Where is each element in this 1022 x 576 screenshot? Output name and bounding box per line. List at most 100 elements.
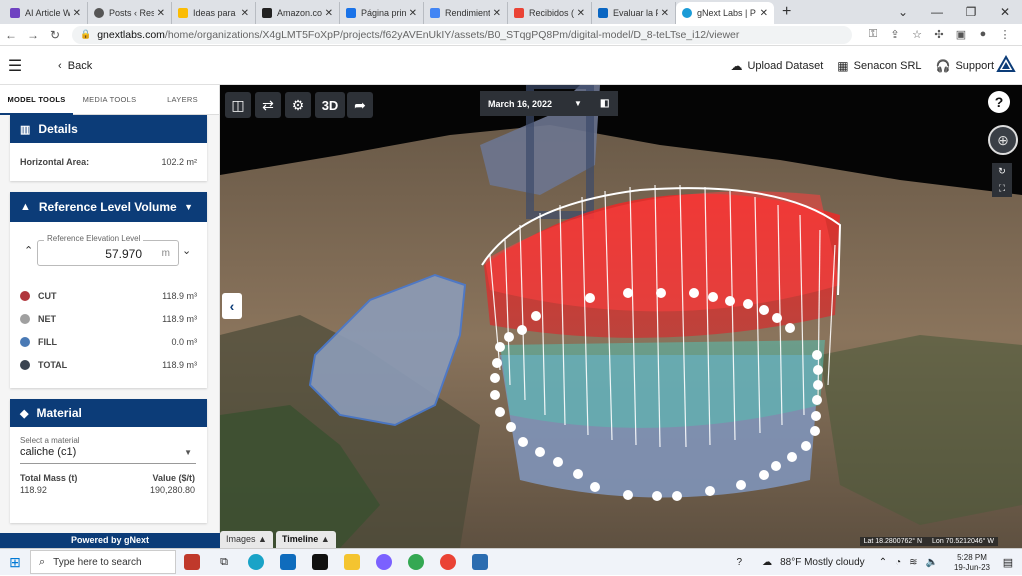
close-tab-icon[interactable]: ✕ <box>493 8 501 19</box>
support-button[interactable]: 🎧 Support <box>936 59 994 73</box>
settings-button[interactable]: ⚙ <box>285 92 311 118</box>
share-button[interactable]: ➦ <box>347 92 373 118</box>
app-icon[interactable] <box>368 550 400 574</box>
upload-dataset-button[interactable]: ☁ Upload Dataset <box>730 59 823 73</box>
back-button[interactable]: ‹ Back <box>58 60 92 72</box>
compass-control[interactable]: ⊕ <box>988 125 1018 155</box>
browser-tab[interactable]: Amazon.com :✕ <box>256 2 340 24</box>
key-icon[interactable]: ⚿ <box>862 28 884 41</box>
chevron-left-icon: ‹ <box>229 298 235 314</box>
swap-button[interactable]: ⇄ <box>255 92 281 118</box>
browser-tab-active[interactable]: gNext Labs | P ✕ <box>676 2 774 24</box>
view-controls: ↻ ⛶ <box>992 163 1012 197</box>
url-input[interactable]: 🔒 gnextlabs.com/home/organizations/X4gLM… <box>72 25 852 44</box>
forward-arrow-icon[interactable]: → <box>22 28 44 42</box>
profile-avatar[interactable]: ● <box>972 28 994 41</box>
elevation-input[interactable]: Reference Elevation Level 57.970 m <box>37 234 179 266</box>
compare-icon[interactable]: ◧ <box>600 98 609 109</box>
app-icon[interactable] <box>464 550 496 574</box>
close-window-icon[interactable]: ✕ <box>988 5 1022 19</box>
browser-tab[interactable]: Ideas para pal✕ <box>172 2 256 24</box>
fit-view-icon[interactable]: ⛶ <box>992 180 1012 197</box>
mode-3d-button[interactable]: 3D <box>315 92 345 118</box>
chevron-down-icon: ▼ <box>184 448 192 457</box>
browser-tab[interactable]: Posts ‹ ResinM✕ <box>88 2 172 24</box>
weather-widget[interactable]: ☁ 88°F Mostly cloudy <box>762 557 865 568</box>
split-view-button[interactable]: ◫ <box>225 92 251 118</box>
restore-icon[interactable]: ❐ <box>954 5 988 19</box>
sidepanel-icon[interactable]: ▣ <box>950 28 972 41</box>
company-button[interactable]: ▦ Senacon SRL <box>837 59 921 73</box>
browser-tab[interactable]: Página princip✕ <box>340 2 424 24</box>
extensions-icon[interactable]: ✣ <box>928 28 950 41</box>
details-header[interactable]: ▥ Details <box>10 115 207 143</box>
hamburger-menu-icon[interactable]: ☰ <box>0 56 30 76</box>
browser-tab[interactable]: Evaluar la Pén✕ <box>592 2 676 24</box>
volume-icon[interactable]: 🔈 <box>926 557 938 568</box>
reload-icon[interactable]: ↻ <box>44 28 66 42</box>
images-tab[interactable]: Images ▲ <box>220 531 273 548</box>
taskbar-search[interactable]: ⌕ Type here to search <box>30 550 176 574</box>
netflix-icon[interactable] <box>304 550 336 574</box>
favicon-icon <box>94 8 104 18</box>
close-tab-icon[interactable]: ✕ <box>325 8 333 19</box>
help-button[interactable]: ? <box>988 91 1010 113</box>
clock[interactable]: 5:28 PM 19-Jun-23 <box>954 553 990 573</box>
close-tab-icon[interactable]: ✕ <box>73 8 81 19</box>
wifi-icon[interactable]: ≋ <box>909 557 917 568</box>
mail-icon[interactable] <box>272 550 304 574</box>
reference-volume-header[interactable]: ▲ Reference Level Volume ▼ <box>10 192 207 222</box>
collapse-sidebar-button[interactable]: ‹ <box>222 293 242 319</box>
close-tab-icon[interactable]: ✕ <box>409 8 417 19</box>
lower-level-icon[interactable]: ⌄ <box>182 244 191 257</box>
tab-search-icon[interactable]: ⌄ <box>886 5 920 19</box>
minimize-icon[interactable]: — <box>920 5 954 19</box>
material-select[interactable]: caliche (c1) ▼ <box>20 446 196 464</box>
network-icon[interactable]: ◔ <box>895 557 901 568</box>
notification-icon[interactable]: ▤ <box>998 556 1018 569</box>
system-tray: ? ☁ 88°F Mostly cloudy ⌃ ◔ ≋ 🔈 5:28 PM 19… <box>737 549 1022 576</box>
chrome-icon[interactable] <box>432 550 464 574</box>
tab-media-tools[interactable]: MEDIA TOOLS <box>73 85 146 115</box>
browser-tab[interactable]: AI Article Writ✕ <box>4 2 88 24</box>
coordinate-readout: Lat 18.2800762° N Lon 70.5212046° W <box>859 537 998 546</box>
search-icon: ⌕ <box>39 555 46 568</box>
app-header: ☰ ‹ Back ☁ Upload Dataset ▦ Senacon SRL 🎧 S… <box>0 47 1022 85</box>
help-tray-icon[interactable]: ? <box>737 557 743 568</box>
caret-up-icon: ▲ <box>258 534 267 544</box>
raise-level-icon[interactable]: ⌃ <box>24 244 33 257</box>
browser-tab[interactable]: Recibidos (10.✕ <box>508 2 592 24</box>
windows-start-icon[interactable]: ⊞ <box>0 554 30 571</box>
edge-icon[interactable] <box>240 550 272 574</box>
tab-layers[interactable]: LAYERS <box>146 85 219 115</box>
caret-down-icon: ▼ <box>574 99 582 108</box>
swap-arrows-icon: ⇄ <box>262 96 274 113</box>
material-header[interactable]: ◆ Material <box>10 399 207 427</box>
taskbar-app-icon[interactable] <box>176 550 208 574</box>
tab-model-tools[interactable]: MODEL TOOLS <box>0 85 73 115</box>
menu-dots-icon[interactable]: ⋮ <box>994 28 1016 41</box>
new-tab-button[interactable]: + <box>774 3 799 24</box>
gear-icon: ⚙ <box>291 96 305 113</box>
chrome-icon[interactable] <box>400 550 432 574</box>
timeline-tab[interactable]: Timeline ▲ <box>275 531 336 548</box>
file-explorer-icon[interactable] <box>336 550 368 574</box>
task-view-icon[interactable]: ⧉ <box>208 550 240 574</box>
close-tab-icon[interactable]: ✕ <box>661 8 669 19</box>
up-arrow-icon[interactable]: ⌃ <box>879 557 887 568</box>
horizontal-area-row: Horizontal Area: 102.2 m² <box>20 157 197 167</box>
date-selector[interactable]: March 16, 2022 ▼ ◧ <box>480 91 618 116</box>
close-tab-icon[interactable]: ✕ <box>577 8 585 19</box>
close-tab-icon[interactable]: ✕ <box>157 8 165 19</box>
back-arrow-icon[interactable]: ← <box>0 28 22 42</box>
rotate-icon[interactable]: ↻ <box>992 163 1012 180</box>
star-icon[interactable]: ☆ <box>906 28 928 41</box>
close-tab-icon[interactable]: ✕ <box>241 8 249 19</box>
sidebar-tabs: MODEL TOOLS MEDIA TOOLS LAYERS <box>0 85 219 115</box>
chevron-down-icon[interactable]: ▼ <box>184 202 193 212</box>
browser-tab[interactable]: Rendimiento✕ <box>424 2 508 24</box>
share-icon[interactable]: ⇪ <box>884 28 906 41</box>
details-card: ▥ Details Horizontal Area: 102.2 m² <box>10 115 207 181</box>
close-tab-icon[interactable]: ✕ <box>760 8 768 19</box>
model-viewer[interactable]: ◫ ⇄ ⚙ 3D ➦ March 16, 2022 ▼ ◧ ? ⊕ ↻ ⛶ ‹ … <box>220 85 1022 548</box>
